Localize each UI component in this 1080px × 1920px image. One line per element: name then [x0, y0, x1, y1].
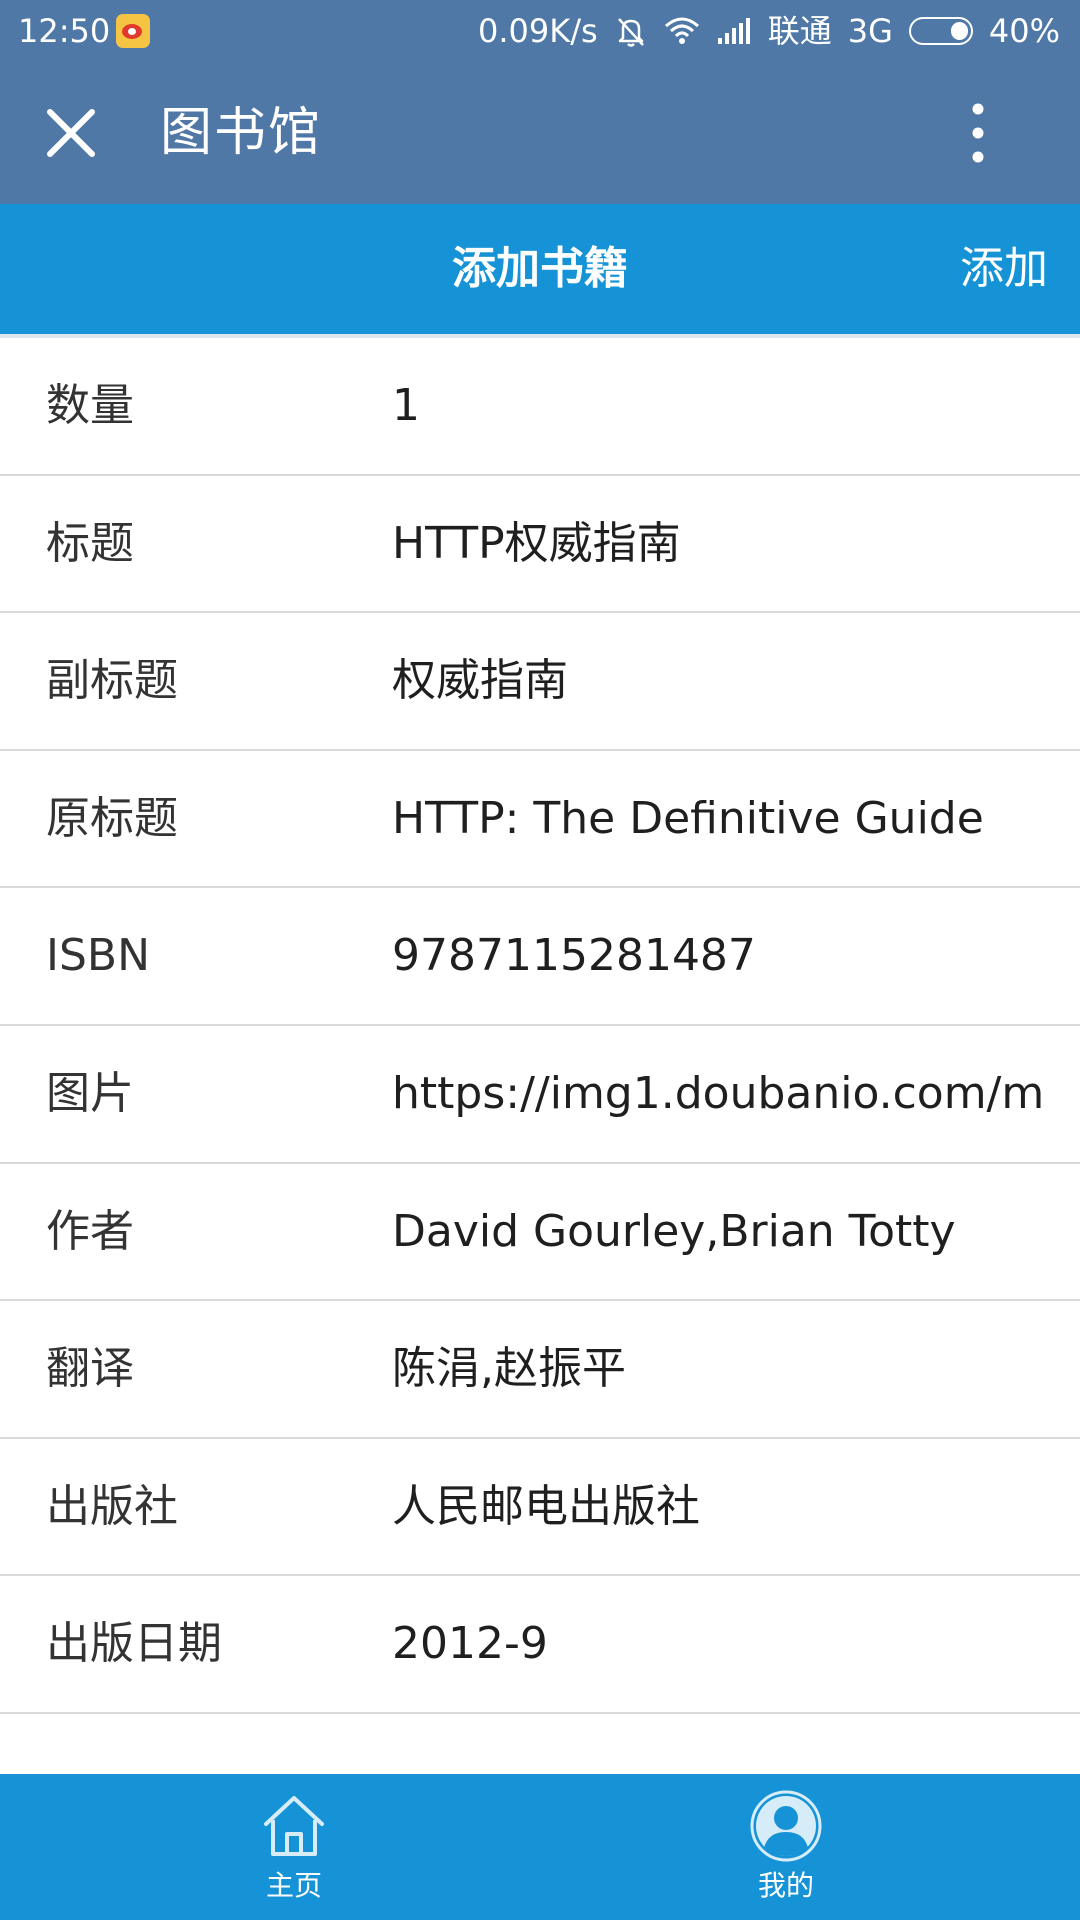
- weibo-icon: [116, 14, 150, 48]
- wifi-icon: [664, 16, 700, 46]
- field-label: 图片: [46, 1067, 134, 1119]
- network-type: 3G: [847, 12, 893, 50]
- title-bar: 图书馆: [0, 62, 1080, 204]
- quantity-field[interactable]: 1: [392, 338, 1072, 473]
- original-title-field[interactable]: HTTP: The Definitive Guide: [392, 751, 1072, 886]
- carrier: 联通: [767, 12, 832, 50]
- publish-date-field[interactable]: 2012-9: [392, 1576, 1072, 1711]
- subtitle-field[interactable]: 权威指南: [392, 613, 1072, 748]
- user-icon: [750, 1790, 822, 1862]
- field-label: 翻译: [46, 1343, 134, 1395]
- screen: 12:50 0.09K/s 联通 3G 40% 图书馆 添加书籍 添加 数量 1…: [0, 0, 1080, 1920]
- add-button[interactable]: 添加: [960, 204, 1048, 334]
- bottom-nav: 主页 我的: [0, 1774, 1080, 1920]
- status-bar: 12:50 0.09K/s 联通 3G 40%: [0, 0, 1080, 62]
- mute-icon: [614, 14, 648, 48]
- close-button[interactable]: [36, 98, 106, 168]
- field-label: 作者: [46, 1205, 134, 1257]
- isbn-field[interactable]: 9787115281487: [392, 888, 1072, 1023]
- form-row-isbn[interactable]: ISBN 9787115281487: [0, 888, 1080, 1026]
- page-header: 添加书籍 添加: [0, 204, 1080, 334]
- more-vertical-icon: [972, 103, 984, 163]
- form-row-publish-date[interactable]: 出版日期 2012-9: [0, 1576, 1080, 1714]
- form-row-author[interactable]: 作者 David Gourley,Brian Totty: [0, 1164, 1080, 1302]
- nav-item-profile[interactable]: 我的: [686, 1774, 886, 1920]
- field-label: ISBN: [46, 930, 151, 982]
- form-row-translator[interactable]: 翻译 陈涓,赵振平: [0, 1301, 1080, 1439]
- author-field[interactable]: David Gourley,Brian Totty: [392, 1164, 1072, 1299]
- form-row-subtitle[interactable]: 副标题 权威指南: [0, 613, 1080, 751]
- status-time: 12:50: [18, 12, 111, 50]
- form-row-original-title[interactable]: 原标题 HTTP: The Definitive Guide: [0, 751, 1080, 889]
- translator-field[interactable]: 陈涓,赵振平: [392, 1301, 1072, 1436]
- battery-percent: 40%: [988, 12, 1060, 50]
- field-label: 出版社: [46, 1480, 178, 1532]
- app-title: 图书馆: [160, 103, 323, 163]
- image-url-field[interactable]: https://img1.doubanio.com/m: [392, 1026, 1072, 1161]
- form-row-title[interactable]: 标题 HTTP权威指南: [0, 476, 1080, 614]
- field-label: 出版日期: [46, 1618, 222, 1670]
- network-speed: 0.09K/s: [478, 12, 598, 50]
- close-icon: [47, 109, 95, 157]
- nav-item-home[interactable]: 主页: [194, 1774, 394, 1920]
- nav-label-home: 主页: [265, 1869, 322, 1902]
- nav-label-profile: 我的: [757, 1869, 814, 1902]
- field-label: 标题: [46, 517, 134, 569]
- field-label: 副标题: [46, 655, 178, 707]
- home-icon: [264, 1796, 324, 1856]
- publisher-field[interactable]: 人民邮电出版社: [392, 1439, 1072, 1574]
- signal-icon: [716, 16, 752, 46]
- status-right-group: 0.09K/s 联通 3G 40%: [478, 0, 1060, 62]
- battery-icon: [908, 17, 973, 45]
- title-field[interactable]: HTTP权威指南: [392, 476, 1072, 611]
- field-label: 数量: [46, 380, 134, 431]
- form-row-publisher[interactable]: 出版社 人民邮电出版社: [0, 1439, 1080, 1577]
- page-title: 添加书籍: [452, 243, 628, 294]
- form-row-quantity[interactable]: 数量 1: [0, 338, 1080, 476]
- more-menu-button[interactable]: [958, 98, 998, 168]
- form-row-image[interactable]: 图片 https://img1.doubanio.com/m: [0, 1026, 1080, 1164]
- book-form: 数量 1 标题 HTTP权威指南 副标题 权威指南 原标题 HTTP: The …: [0, 338, 1080, 1852]
- field-label: 原标题: [46, 792, 178, 844]
